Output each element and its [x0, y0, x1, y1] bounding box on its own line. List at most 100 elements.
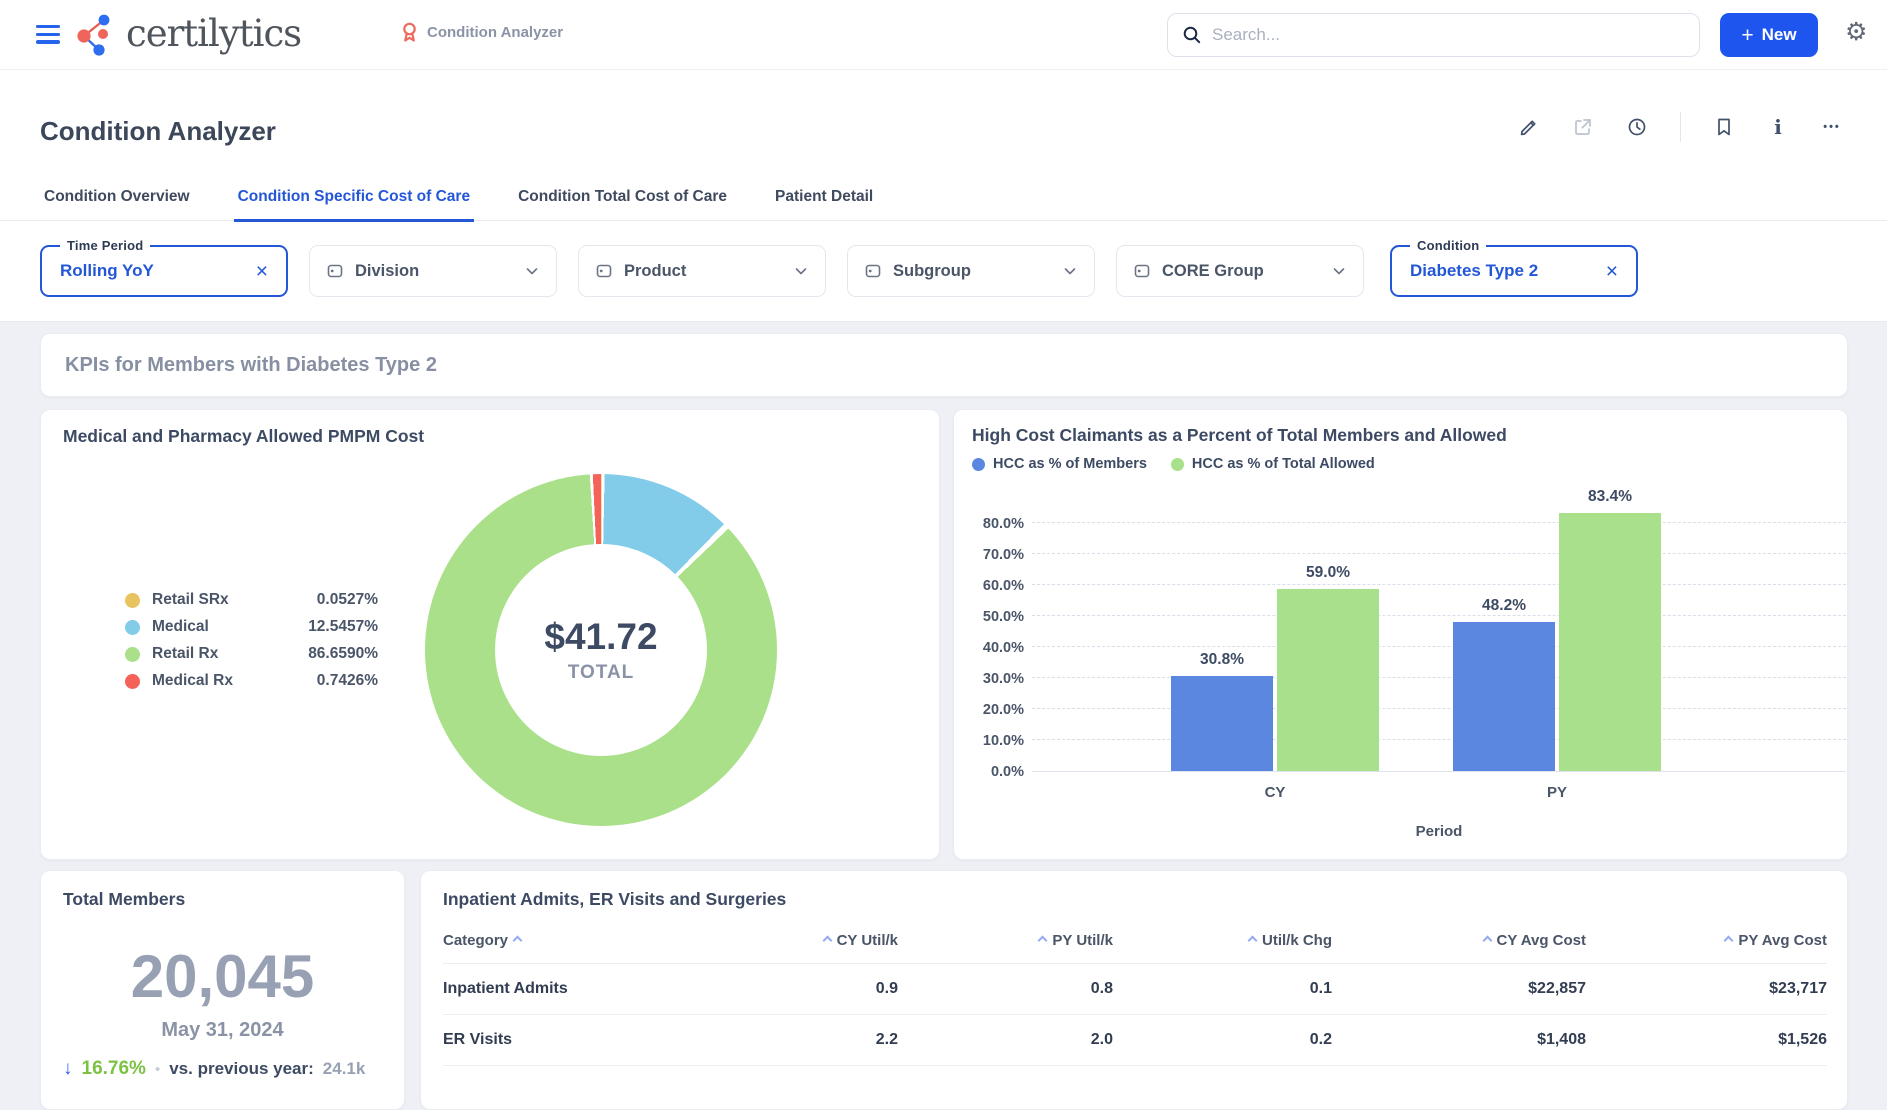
close-icon[interactable]: × [256, 261, 268, 282]
pmpm-cost-card: Medical and Pharmacy Allowed PMPM Cost R… [40, 409, 940, 860]
column-header-py-avg-cost[interactable]: PY Avg Cost [1586, 926, 1827, 964]
bar-py-allowed[interactable]: 83.4% [1559, 513, 1661, 771]
column-header-cy-avg-cost[interactable]: CY Avg Cost [1332, 926, 1586, 964]
y-tick: 30.0% [983, 671, 1024, 687]
cell-cy-utilk: 0.9 [743, 964, 898, 1015]
cell-py-utilk: 2.0 [898, 1015, 1113, 1066]
filter-chip-product[interactable]: Product [578, 245, 826, 297]
cell-category: ER Visits [443, 1015, 743, 1066]
sort-caret-icon [822, 936, 832, 946]
bar-value-label: 30.8% [1200, 651, 1244, 669]
hamburger-menu-icon[interactable] [36, 25, 60, 45]
column-header-label: Util/k Chg [1262, 932, 1332, 949]
search-box[interactable] [1167, 13, 1700, 57]
x-category-py: PY [1453, 784, 1661, 801]
table-row[interactable]: Inpatient Admits 0.9 0.8 0.1 $22,857 $23… [443, 964, 1827, 1015]
comparison-label: vs. previous year: [169, 1059, 314, 1079]
donut-total-label: TOTAL [568, 662, 635, 684]
legend-label[interactable]: Retail Rx [152, 645, 274, 663]
tab-patient-detail[interactable]: Patient Detail [771, 186, 877, 222]
legend-label: HCC as % of Total Allowed [1192, 456, 1375, 472]
donut-total-value: $41.72 [544, 616, 657, 658]
cell-cy-avg-cost: $22,857 [1332, 964, 1586, 1015]
new-button[interactable]: + New [1720, 13, 1818, 57]
search-input[interactable] [1212, 25, 1685, 45]
legend-label[interactable]: Retail SRx [152, 591, 274, 609]
tab-condition-overview[interactable]: Condition Overview [40, 186, 194, 222]
legend-dot [972, 458, 985, 471]
bar-py-members[interactable]: 48.2% [1453, 622, 1555, 771]
report-tabs: Condition Overview Condition Specific Co… [40, 186, 877, 222]
legend-dot-retail-srx [125, 593, 140, 608]
y-tick: 10.0% [983, 733, 1024, 749]
column-header-label: PY Util/k [1052, 932, 1113, 949]
column-header-label: Category [443, 932, 508, 949]
kpi-banner-title: KPIs for Members with Diabetes Type 2 [65, 354, 437, 377]
column-header-category[interactable]: Category [443, 926, 743, 964]
app-breadcrumb[interactable]: Condition Analyzer [400, 21, 563, 43]
column-header-py-utilk[interactable]: PY Util/k [898, 926, 1113, 964]
filter-chip-value: Diabetes Type 2 [1410, 261, 1538, 281]
gridline [1032, 584, 1846, 585]
table-row[interactable]: ER Visits 2.2 2.0 0.2 $1,408 $1,526 [443, 1015, 1827, 1066]
filter-chip-label: Product [624, 262, 686, 281]
filter-chip-time-period[interactable]: Time Period Rolling YoY × [40, 245, 288, 297]
bar-value-label: 83.4% [1588, 488, 1632, 506]
bar-cy-members[interactable]: 30.8% [1171, 676, 1273, 771]
gridline [1032, 522, 1846, 523]
app-header: certilytics Condition Analyzer + New ⚙ [0, 0, 1887, 70]
cell-utilk-chg: 0.2 [1113, 1015, 1332, 1066]
legend-item-hcc-members[interactable]: HCC as % of Members [972, 456, 1147, 472]
more-options-ellipsis-icon[interactable]: ••• [1821, 116, 1843, 138]
filter-chip-label: Subgroup [893, 262, 971, 281]
y-tick: 20.0% [983, 702, 1024, 718]
filter-chip-core-group[interactable]: CORE Group [1116, 245, 1364, 297]
filter-chip-label: CORE Group [1162, 262, 1264, 281]
filter-chip-condition[interactable]: Condition Diabetes Type 2 × [1390, 245, 1638, 297]
pmpm-donut-chart[interactable]: $41.72 TOTAL [425, 474, 777, 826]
filter-chip-subgroup[interactable]: Subgroup [847, 245, 1095, 297]
history-clock-icon[interactable] [1626, 116, 1648, 138]
legend-label[interactable]: Medical [152, 618, 274, 636]
chevron-down-icon [1062, 263, 1078, 279]
title-action-bar: i ••• [1518, 112, 1843, 142]
column-header-cy-utilk[interactable]: CY Util/k [743, 926, 898, 964]
cell-cy-utilk: 2.2 [743, 1015, 898, 1066]
gridline [1032, 553, 1846, 554]
cell-category: Inpatient Admits [443, 964, 743, 1015]
legend-item-hcc-allowed[interactable]: HCC as % of Total Allowed [1171, 456, 1375, 472]
tab-condition-specific-cost-of-care[interactable]: Condition Specific Cost of Care [234, 186, 475, 222]
gear-icon[interactable]: ⚙ [1845, 20, 1867, 45]
filter-chip-label: Division [355, 262, 419, 281]
y-tick: 50.0% [983, 609, 1024, 625]
tab-condition-total-cost-of-care[interactable]: Condition Total Cost of Care [514, 186, 731, 222]
legend-value: 86.6590% [286, 645, 378, 663]
sort-caret-icon [1482, 936, 1492, 946]
certilytics-logo-mark [74, 11, 120, 59]
page-title: Condition Analyzer [40, 116, 276, 147]
legend-dot-retail-rx [125, 647, 140, 662]
filter-chip-division[interactable]: Division [309, 245, 557, 297]
legend-label[interactable]: Medical Rx [152, 672, 274, 690]
bookmark-icon[interactable] [1713, 116, 1735, 138]
share-external-link-icon[interactable] [1572, 116, 1594, 138]
filter-chip-label: Time Period [60, 238, 150, 253]
legend-dot-medical [125, 620, 140, 635]
chevron-down-icon [1331, 263, 1347, 279]
gridline [1032, 615, 1846, 616]
y-tick: 40.0% [983, 640, 1024, 656]
search-icon [1182, 25, 1202, 45]
column-header-utilk-chg[interactable]: Util/k Chg [1113, 926, 1332, 964]
change-percent: 16.76% [82, 1058, 146, 1080]
x-axis-title: Period [1032, 823, 1846, 840]
bar-cy-allowed[interactable]: 59.0% [1277, 589, 1379, 771]
donut-legend: Retail SRx 0.0527% Medical 12.5457% Reta… [125, 591, 378, 690]
table-header-row: Category CY Util/k PY Util/k Util/k Chg … [443, 926, 1827, 964]
hcc-card: High Cost Claimants as a Percent of Tota… [953, 409, 1848, 860]
divider [1680, 112, 1681, 142]
edit-pencil-icon[interactable] [1518, 116, 1540, 138]
info-icon[interactable]: i [1767, 116, 1789, 138]
y-tick: 70.0% [983, 547, 1024, 563]
close-icon[interactable]: × [1606, 261, 1618, 282]
legend-value: 0.0527% [286, 591, 378, 609]
